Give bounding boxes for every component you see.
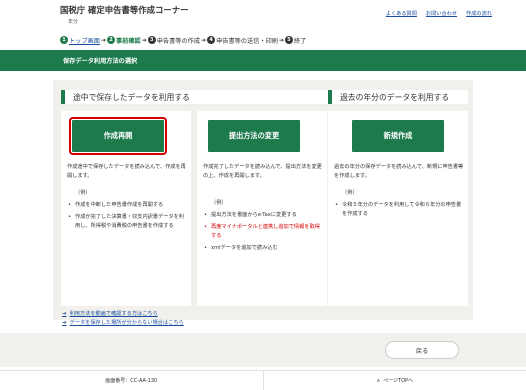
link-arrow-icon: ➔ <box>62 310 67 317</box>
step-label: 終了 <box>294 37 307 45</box>
link-label: データを保存した場所が分からない場合はこちら <box>69 320 184 326</box>
example-list: 提出方法を書面からe-Taxに変更する 再度マイナポータルと連携し追加で情報を取… <box>203 211 325 256</box>
header-links: よくある質問 お問い合わせ 作成の流れ <box>386 10 492 17</box>
step-arrow-icon: ➔ <box>201 36 207 44</box>
page-top-label: ページTOPへ <box>383 378 414 384</box>
step-arrow-icon: ➔ <box>141 36 147 44</box>
new-create-card: 新規作成 過去の年分の保存データを読み込んで、新規に申告書等を作成します。 （例… <box>328 111 468 306</box>
change-submission-card: 提出方法の変更 作成完了したデータを読み込んで、提出方法を変更の上、作成を再開し… <box>197 111 327 306</box>
step-finish: 5 終了 <box>285 36 306 45</box>
example-label: （例） <box>75 190 91 196</box>
step-label: 事前確認 <box>115 37 141 45</box>
list-item: 提出方法を書面からe-Taxに変更する <box>203 211 325 220</box>
continue-section-title: 途中で保存したデータを利用する <box>61 90 335 104</box>
video-guide-link[interactable]: ➔ 利用方法を動画で確認する方はこちら <box>62 309 184 318</box>
selection-panel: 途中で保存したデータを利用する 過去の年分のデータを利用する 作成再開 作成途中… <box>53 80 473 320</box>
example-list: 令和５年分のデータを利用して令和６年分の申告書を作成する <box>334 201 464 222</box>
change-submission-button[interactable]: 提出方法の変更 <box>208 120 300 152</box>
example-list: 作成を中断した申告書作成を再開する 作成が完了した決算書・収支内訳書データを利用… <box>67 201 189 234</box>
list-item: 作成を中断した申告書作成を再開する <box>67 201 189 210</box>
back-area: 戻る <box>0 333 526 367</box>
list-item: 再度マイナポータルと連携し追加で情報を取得する <box>203 223 325 241</box>
contact-link[interactable]: お問い合わせ <box>426 10 457 17</box>
faq-link[interactable]: よくある質問 <box>386 10 417 17</box>
link-arrow-icon: ➔ <box>62 319 67 326</box>
step-number: 5 <box>285 36 293 44</box>
list-item: xmlデータを追加で読み込む <box>203 244 325 253</box>
page-title-bar: 保存データ利用方法の選択 <box>0 50 526 71</box>
step-precheck: 2 事前確認 <box>106 36 141 45</box>
step-number: 4 <box>207 36 216 44</box>
step-number: 2 <box>106 36 115 44</box>
screen-id: 画面番号：CC-AA-130 <box>105 378 158 384</box>
card-description: 過去の年分の保存データを読み込んで、新規に申告書等を作成します。 <box>334 164 464 179</box>
resume-button[interactable]: 作成再開 <box>69 117 167 155</box>
step-send-print: 4 申告書等の送信・印刷 <box>207 36 278 45</box>
past-section-header: 過去の年分のデータを利用する <box>328 90 468 104</box>
list-item: 作成が完了した決算書・収支内訳書データを利用し、所得税や消費税の申告書を作成する <box>67 213 189 231</box>
list-item: 令和５年分のデータを利用して令和６年分の申告書を作成する <box>334 201 464 219</box>
continue-section-header: 途中で保存したデータを利用する <box>61 90 335 104</box>
new-create-button[interactable]: 新規作成 <box>352 120 444 152</box>
step-create: 3 申告書等の作成 <box>147 36 201 45</box>
resume-card: 作成再開 作成途中で保存したデータを読み込んで、作成を再開します。 （例） 作成… <box>61 111 191 306</box>
chevron-up-icon: ∧ <box>376 377 381 384</box>
card-description: 作成途中で保存したデータを読み込んで、作成を再開します。 <box>67 164 186 179</box>
page-title: 保存データ利用方法の選択 <box>63 58 138 65</box>
page-top-link[interactable]: ∧ ページTOPへ <box>262 371 526 390</box>
step-top[interactable]: 1 トップ画面 <box>60 36 100 45</box>
help-links: ➔ 利用方法を動画で確認する方はこちら ➔ データを保存した場所が分からない場合… <box>62 309 184 327</box>
card-description: 作成完了したデータを読み込んで、提出方法を変更の上、作成を再開します。 <box>203 164 322 179</box>
step-label: トップ画面 <box>69 37 100 45</box>
year-label: 年分 <box>68 19 79 25</box>
link-label: 利用方法を動画で確認する方はこちら <box>69 311 158 317</box>
step-label: 申告書等の送信・印刷 <box>216 37 278 45</box>
save-location-link[interactable]: ➔ データを保存した場所が分からない場合はこちら <box>62 318 184 327</box>
step-label: 申告書等の作成 <box>156 37 201 45</box>
footer: 画面番号：CC-AA-130 ∧ ページTOPへ <box>0 370 526 390</box>
example-label: （例） <box>211 200 227 206</box>
flow-link[interactable]: 作成の流れ <box>466 10 492 17</box>
progress-steps: 1 トップ画面 ➔ 2 事前確認 ➔ 3 申告書等の作成 ➔ 4 申告書等の送信… <box>60 35 306 45</box>
example-label: （例） <box>342 190 358 196</box>
step-number: 1 <box>60 36 68 44</box>
site-header: 国税庁 確定申告書等作成コーナー 年分 よくある質問 お問い合わせ 作成の流れ <box>0 0 526 30</box>
step-number: 3 <box>147 36 156 44</box>
step-arrow-icon: ➔ <box>278 36 284 44</box>
past-section-title: 過去の年分のデータを利用する <box>328 90 468 104</box>
back-button[interactable]: 戻る <box>385 341 459 359</box>
step-arrow-icon: ➔ <box>100 36 106 44</box>
site-title: 国税庁 確定申告書等作成コーナー <box>60 5 189 15</box>
